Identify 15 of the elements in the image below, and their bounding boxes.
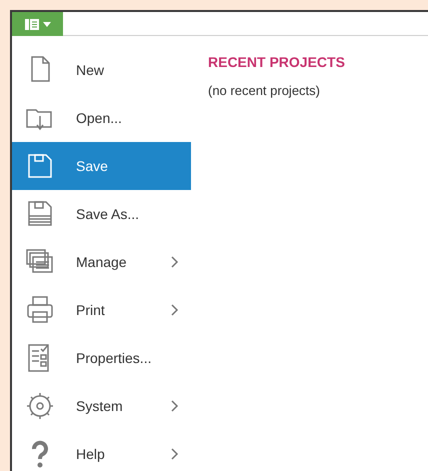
menu-item[interactable]: Help (12, 430, 191, 471)
caret-icon (42, 22, 50, 26)
section-heading: RECENT PROJECTS (208, 53, 345, 72)
menu-item[interactable]: Save (12, 142, 191, 190)
menu-item[interactable]: Open... (12, 94, 191, 142)
empty-message: (no recent projects) (208, 82, 321, 100)
menu-item[interactable]: New (12, 46, 191, 94)
app-menu-button[interactable] (12, 12, 63, 36)
menu-item[interactable]: Properties... (12, 334, 191, 382)
menu-item[interactable]: Print (12, 286, 191, 334)
menu-item[interactable]: Save As... (12, 190, 191, 238)
menu-item[interactable]: Manage (12, 238, 191, 286)
gear-icon (24, 390, 56, 422)
menu-item[interactable]: System (12, 382, 191, 430)
panel-icon (24, 18, 38, 30)
